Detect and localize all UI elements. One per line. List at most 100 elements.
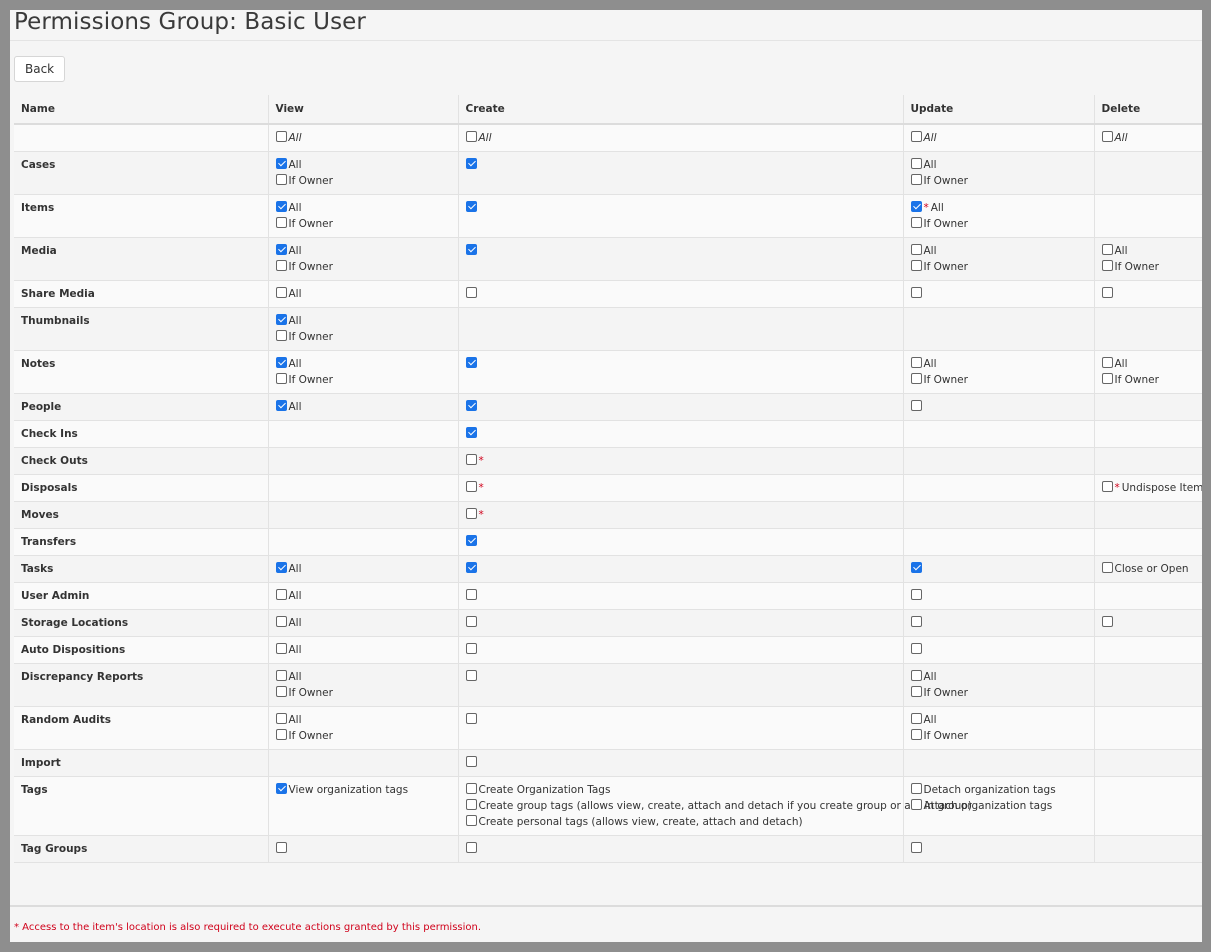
unchecked-checkbox[interactable]: [910, 589, 922, 600]
delete-option[interactable]: If Owner: [1101, 259, 1196, 275]
unchecked-checkbox[interactable]: [275, 217, 287, 228]
unchecked-checkbox[interactable]: [1101, 616, 1113, 627]
create-option[interactable]: [465, 642, 896, 658]
checked-checkbox[interactable]: [275, 400, 287, 411]
unchecked-checkbox[interactable]: [275, 643, 287, 654]
view-option[interactable]: If Owner: [275, 216, 451, 232]
back-button[interactable]: Back: [14, 56, 66, 82]
checked-checkbox[interactable]: [465, 535, 477, 546]
view-option[interactable]: All: [275, 313, 451, 329]
create-option[interactable]: [465, 356, 896, 372]
checked-checkbox[interactable]: [275, 562, 287, 573]
checked-checkbox[interactable]: [275, 158, 287, 169]
view-option[interactable]: [275, 841, 451, 857]
update-option[interactable]: [910, 642, 1087, 658]
checked-checkbox[interactable]: [275, 357, 287, 368]
view-option[interactable]: All: [275, 615, 451, 631]
create-option[interactable]: [465, 426, 896, 442]
create-option[interactable]: [465, 534, 896, 550]
unchecked-checkbox[interactable]: [465, 454, 477, 465]
unchecked-checkbox[interactable]: [910, 686, 922, 697]
checked-checkbox[interactable]: [275, 201, 287, 212]
unchecked-checkbox[interactable]: [465, 131, 477, 142]
view-option[interactable]: All: [275, 157, 451, 173]
checked-checkbox[interactable]: [910, 201, 922, 212]
view-option[interactable]: All: [275, 286, 451, 302]
unchecked-checkbox[interactable]: [910, 783, 922, 794]
unchecked-checkbox[interactable]: [465, 783, 477, 794]
update-option[interactable]: If Owner: [910, 259, 1087, 275]
update-option[interactable]: [910, 615, 1087, 631]
update-option[interactable]: All: [910, 243, 1087, 259]
view-option[interactable]: View organization tags: [275, 782, 451, 798]
checked-checkbox[interactable]: [465, 158, 477, 169]
create-option[interactable]: [465, 588, 896, 604]
view-option[interactable]: If Owner: [275, 372, 451, 388]
view-option[interactable]: All: [275, 130, 451, 146]
delete-option[interactable]: All: [1101, 243, 1196, 259]
create-option[interactable]: *: [465, 480, 896, 496]
unchecked-checkbox[interactable]: [1101, 287, 1113, 298]
unchecked-checkbox[interactable]: [910, 287, 922, 298]
unchecked-checkbox[interactable]: [275, 373, 287, 384]
view-option[interactable]: All: [275, 399, 451, 415]
view-option[interactable]: All: [275, 243, 451, 259]
unchecked-checkbox[interactable]: [1101, 131, 1113, 142]
create-option[interactable]: [465, 399, 896, 415]
update-option[interactable]: All: [910, 130, 1087, 146]
unchecked-checkbox[interactable]: [275, 713, 287, 724]
view-option[interactable]: If Owner: [275, 173, 451, 189]
unchecked-checkbox[interactable]: [910, 842, 922, 853]
unchecked-checkbox[interactable]: [465, 616, 477, 627]
unchecked-checkbox[interactable]: [910, 260, 922, 271]
unchecked-checkbox[interactable]: [1101, 260, 1113, 271]
create-option[interactable]: [465, 669, 896, 685]
unchecked-checkbox[interactable]: [910, 373, 922, 384]
unchecked-checkbox[interactable]: [275, 174, 287, 185]
create-option[interactable]: Create Organization Tags: [465, 782, 896, 798]
unchecked-checkbox[interactable]: [910, 643, 922, 654]
create-option[interactable]: All: [465, 130, 896, 146]
create-option[interactable]: [465, 615, 896, 631]
unchecked-checkbox[interactable]: [465, 589, 477, 600]
checked-checkbox[interactable]: [465, 400, 477, 411]
update-option[interactable]: Detach organization tags: [910, 782, 1087, 798]
view-option[interactable]: If Owner: [275, 685, 451, 701]
create-option[interactable]: *: [465, 453, 896, 469]
unchecked-checkbox[interactable]: [275, 131, 287, 142]
unchecked-checkbox[interactable]: [465, 799, 477, 810]
unchecked-checkbox[interactable]: [465, 713, 477, 724]
update-option[interactable]: [910, 841, 1087, 857]
create-option[interactable]: [465, 286, 896, 302]
checked-checkbox[interactable]: [465, 562, 477, 573]
unchecked-checkbox[interactable]: [1101, 244, 1113, 255]
view-option[interactable]: All: [275, 356, 451, 372]
view-option[interactable]: All: [275, 712, 451, 728]
delete-option[interactable]: All: [1101, 130, 1196, 146]
view-option[interactable]: All: [275, 561, 451, 577]
view-option[interactable]: All: [275, 588, 451, 604]
unchecked-checkbox[interactable]: [910, 158, 922, 169]
unchecked-checkbox[interactable]: [910, 174, 922, 185]
delete-option[interactable]: [1101, 286, 1196, 302]
unchecked-checkbox[interactable]: [275, 287, 287, 298]
checked-checkbox[interactable]: [275, 314, 287, 325]
unchecked-checkbox[interactable]: [275, 616, 287, 627]
unchecked-checkbox[interactable]: [465, 643, 477, 654]
unchecked-checkbox[interactable]: [465, 842, 477, 853]
update-option[interactable]: If Owner: [910, 216, 1087, 232]
view-option[interactable]: All: [275, 200, 451, 216]
unchecked-checkbox[interactable]: [910, 244, 922, 255]
update-option[interactable]: All: [910, 157, 1087, 173]
checked-checkbox[interactable]: [910, 562, 922, 573]
delete-option[interactable]: [1101, 615, 1196, 631]
view-option[interactable]: All: [275, 669, 451, 685]
delete-option[interactable]: Close or Open: [1101, 561, 1196, 577]
update-option[interactable]: All: [910, 669, 1087, 685]
create-option[interactable]: [465, 561, 896, 577]
unchecked-checkbox[interactable]: [275, 260, 287, 271]
unchecked-checkbox[interactable]: [465, 287, 477, 298]
update-option[interactable]: All: [910, 712, 1087, 728]
create-option[interactable]: [465, 243, 896, 259]
update-option[interactable]: [910, 588, 1087, 604]
